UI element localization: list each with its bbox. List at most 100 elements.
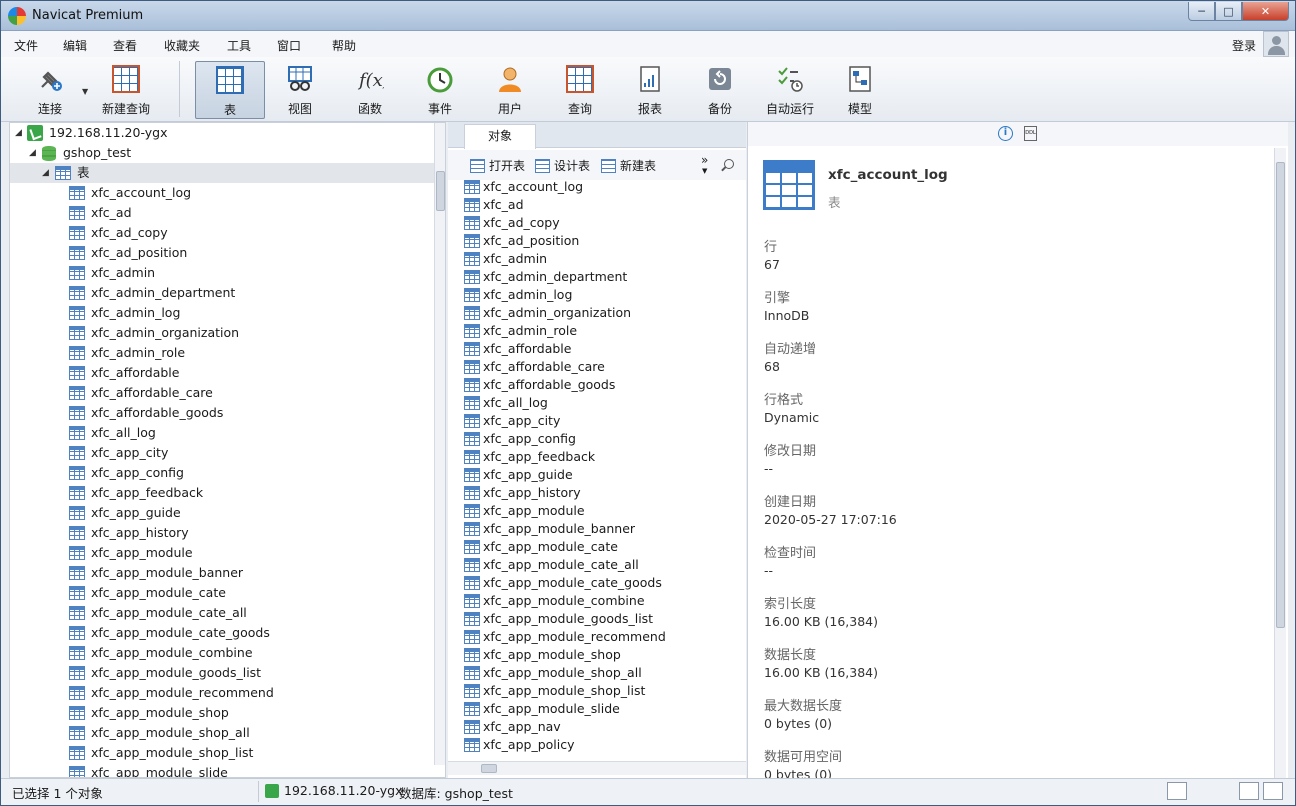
object-list-item[interactable]: xfc_app_city (464, 412, 734, 430)
toggle-info-panel-icon[interactable] (1239, 782, 1259, 800)
object-list-item[interactable]: xfc_app_feedback (464, 448, 734, 466)
new-table-button[interactable]: 新建表 (601, 157, 656, 174)
info-icon[interactable]: i (998, 126, 1013, 141)
object-list-item[interactable]: xfc_ad_copy (464, 214, 734, 232)
tree-table-item[interactable]: xfc_app_module_cate_goods (10, 623, 445, 643)
tree-table-item[interactable]: xfc_app_history (10, 523, 445, 543)
object-list-item[interactable]: xfc_app_module_goods_list (464, 610, 734, 628)
tree-table-item[interactable]: xfc_app_module_combine (10, 643, 445, 663)
menu-window[interactable]: 窗口 (277, 37, 301, 54)
tree-table-item[interactable]: xfc_admin_log (10, 303, 445, 323)
object-list-item[interactable]: xfc_app_module_cate_all (464, 556, 734, 574)
tree-table-item[interactable]: xfc_app_city (10, 443, 445, 463)
object-list-item[interactable]: xfc_admin_organization (464, 304, 734, 322)
object-list-item[interactable]: xfc_app_module_slide (464, 700, 734, 718)
er-view-icon[interactable] (1210, 782, 1230, 800)
tree-database[interactable]: ◢ gshop_test (10, 143, 445, 163)
connect-button[interactable]: 连接 (19, 61, 81, 119)
object-list-item[interactable]: xfc_admin (464, 250, 734, 268)
tree-table-item[interactable]: xfc_ad_position (10, 243, 445, 263)
table-button[interactable]: 表 (195, 61, 265, 119)
object-list-item[interactable]: xfc_admin_log (464, 286, 734, 304)
user-button[interactable]: 用户 (475, 61, 545, 119)
menu-tools[interactable]: 工具 (227, 37, 251, 54)
connect-dropdown-icon[interactable]: ▼ (82, 87, 88, 96)
object-list-item[interactable]: xfc_app_module_shop_all (464, 664, 734, 682)
object-list-item[interactable]: xfc_app_policy (464, 736, 734, 754)
info-scroll-thumb[interactable] (1276, 162, 1285, 628)
view-button[interactable]: 视图 (265, 61, 335, 119)
detail-view-icon[interactable] (1189, 782, 1209, 800)
minimize-button[interactable]: ─ (1188, 2, 1215, 21)
tree-vertical-scrollbar[interactable] (434, 123, 445, 765)
menu-help[interactable]: 帮助 (332, 37, 356, 54)
expand-tables-icon[interactable]: ◢ (42, 163, 49, 183)
object-list-item[interactable]: xfc_admin_department (464, 268, 734, 286)
event-button[interactable]: 事件 (405, 61, 475, 119)
tree-table-item[interactable]: xfc_app_module_recommend (10, 683, 445, 703)
object-list-item[interactable]: xfc_app_module_shop_list (464, 682, 734, 700)
tree-table-item[interactable]: xfc_app_config (10, 463, 445, 483)
tree-table-item[interactable]: xfc_app_module_banner (10, 563, 445, 583)
object-list-item[interactable]: xfc_app_module_banner (464, 520, 734, 538)
close-button[interactable]: ✕ (1242, 2, 1289, 21)
autorun-button[interactable]: 自动运行 (755, 61, 825, 119)
tree-table-item[interactable]: xfc_ad (10, 203, 445, 223)
object-list-item[interactable]: xfc_app_history (464, 484, 734, 502)
user-avatar-icon[interactable] (1263, 31, 1289, 57)
object-list-item[interactable]: xfc_all_log (464, 394, 734, 412)
model-button[interactable]: 模型 (825, 61, 895, 119)
menu-file[interactable]: 文件 (14, 37, 38, 54)
tree-table-item[interactable]: xfc_all_log (10, 423, 445, 443)
tree-table-item[interactable]: xfc_admin_department (10, 283, 445, 303)
tree-table-item[interactable]: xfc_admin_role (10, 343, 445, 363)
tree-table-item[interactable]: xfc_app_module_slide (10, 763, 445, 777)
tree-scroll-thumb[interactable] (436, 171, 445, 211)
object-list-item[interactable]: xfc_ad_position (464, 232, 734, 250)
object-list-item[interactable]: xfc_admin_role (464, 322, 734, 340)
menu-favorites[interactable]: 收藏夹 (164, 37, 200, 54)
tree-table-item[interactable]: xfc_app_feedback (10, 483, 445, 503)
tree-table-item[interactable]: xfc_affordable_care (10, 383, 445, 403)
info-vertical-scrollbar[interactable] (1274, 148, 1286, 778)
tree-tables-node[interactable]: ◢ 表 (10, 163, 445, 183)
tree-table-item[interactable]: xfc_app_module_shop (10, 703, 445, 723)
object-list-item[interactable]: xfc_app_module_cate (464, 538, 734, 556)
object-list-item[interactable]: xfc_affordable_care (464, 358, 734, 376)
tree-table-item[interactable]: xfc_app_guide (10, 503, 445, 523)
search-icon[interactable] (724, 159, 734, 169)
query-button[interactable]: 查询 (545, 61, 615, 119)
maximize-button[interactable]: □ (1215, 2, 1242, 21)
design-table-button[interactable]: 设计表 (535, 157, 590, 174)
tree-table-item[interactable]: xfc_affordable (10, 363, 445, 383)
object-list-item[interactable]: xfc_ad (464, 196, 734, 214)
backup-button[interactable]: 备份 (685, 61, 755, 119)
object-list-item[interactable]: xfc_account_log (464, 178, 734, 196)
report-button[interactable]: 报表 (615, 61, 685, 119)
expand-connection-icon[interactable]: ◢ (15, 123, 22, 143)
object-list-item[interactable]: xfc_app_module_recommend (464, 628, 734, 646)
toggle-preview-icon[interactable] (1263, 782, 1283, 800)
tree-table-item[interactable]: xfc_app_module_shop_all (10, 723, 445, 743)
open-table-button[interactable]: 打开表 (470, 157, 525, 174)
tree-table-item[interactable]: xfc_admin (10, 263, 445, 283)
object-list-item[interactable]: xfc_app_module_cate_goods (464, 574, 734, 592)
tree-table-item[interactable]: xfc_app_module_goods_list (10, 663, 445, 683)
menu-edit[interactable]: 编辑 (63, 37, 87, 54)
tree-table-item[interactable]: xfc_account_log (10, 183, 445, 203)
object-list-item[interactable]: xfc_app_nav (464, 718, 734, 736)
tree-table-item[interactable]: xfc_app_module_cate (10, 583, 445, 603)
tab-objects[interactable]: 对象 (464, 124, 536, 149)
tree-table-item[interactable]: xfc_ad_copy (10, 223, 445, 243)
more-options-button[interactable]: » (701, 153, 708, 167)
login-link[interactable]: 登录 (1232, 37, 1256, 54)
object-list-item[interactable]: xfc_affordable (464, 340, 734, 358)
ddl-icon[interactable]: DDL (1024, 126, 1037, 141)
more-dropdown-icon[interactable]: ▼ (702, 167, 707, 175)
object-list-item[interactable]: xfc_app_module_shop (464, 646, 734, 664)
tree-connection[interactable]: ◢ 192.168.11.20-ygx (10, 123, 445, 143)
tree-table-item[interactable]: xfc_app_module_cate_all (10, 603, 445, 623)
tree-table-item[interactable]: xfc_app_module (10, 543, 445, 563)
expand-database-icon[interactable]: ◢ (29, 143, 36, 163)
object-list-item[interactable]: xfc_app_config (464, 430, 734, 448)
